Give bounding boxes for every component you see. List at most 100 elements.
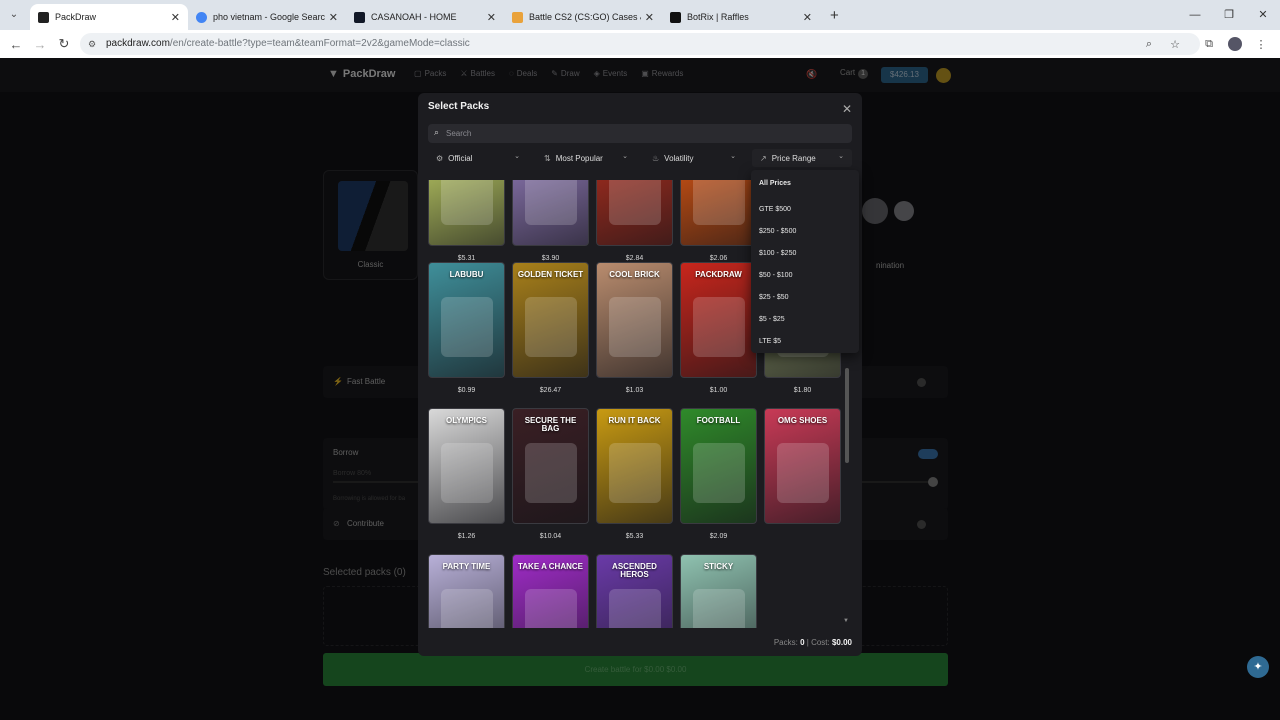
pack-price: $1.03 bbox=[625, 387, 644, 394]
trend-icon: ↗ bbox=[760, 153, 767, 163]
pack-name: STICKY bbox=[703, 562, 734, 571]
forward-icon[interactable]: → bbox=[28, 37, 52, 52]
pack-card[interactable]: RUN IT BACK $5.33 bbox=[596, 408, 673, 540]
chevron-down-icon: ⌄ bbox=[622, 153, 628, 160]
price-range-option[interactable]: $5 - $25 bbox=[759, 316, 785, 323]
filter-price-range[interactable]: ↗ Price Range ⌄ bbox=[752, 149, 852, 167]
browser-tab[interactable]: Battle CS2 (CS:GO) Cases & Ge ✕ bbox=[504, 4, 662, 30]
price-range-option[interactable]: $100 - $250 bbox=[759, 250, 796, 257]
pack-price: $2.84 bbox=[625, 255, 644, 262]
close-tab-icon[interactable]: ✕ bbox=[171, 11, 180, 24]
pack-card[interactable]: $2.06 bbox=[680, 180, 757, 262]
favicon-icon bbox=[38, 11, 49, 23]
pack-image: TAKE A CHANCE bbox=[512, 554, 589, 628]
pack-card[interactable]: OLYMPICS $1.26 bbox=[428, 408, 505, 540]
url-path: /en/create-battle?type=team&teamFormat=2… bbox=[169, 38, 470, 49]
footer-cost-label: Cost: bbox=[811, 638, 830, 647]
packs-scrollbar[interactable] bbox=[845, 368, 849, 463]
pack-price: $10.04 bbox=[539, 533, 562, 540]
price-range-option[interactable]: $50 - $100 bbox=[759, 272, 792, 279]
price-range-option[interactable]: LTE $5 bbox=[759, 338, 781, 345]
window-controls: — ❐ ✕ bbox=[1178, 0, 1280, 30]
pack-price: $2.06 bbox=[709, 255, 728, 262]
site-info-icon[interactable]: ⚙ bbox=[88, 39, 98, 49]
pack-image: ASCENDED HEROS bbox=[596, 554, 673, 628]
pack-card[interactable]: OMG SHOES bbox=[764, 408, 841, 533]
modal-title: Select Packs bbox=[428, 101, 490, 112]
url-domain: packdraw.com bbox=[106, 38, 170, 49]
pack-card[interactable]: PARTY TIME bbox=[428, 554, 505, 628]
footer-cost-value: $0.00 bbox=[831, 638, 852, 647]
pack-card[interactable]: TAKE A CHANCE bbox=[512, 554, 589, 628]
close-tab-icon[interactable]: ✕ bbox=[645, 11, 654, 24]
pack-card[interactable]: $5.31 bbox=[428, 180, 505, 262]
tab-title: PackDraw bbox=[55, 12, 97, 22]
tab-title: Battle CS2 (CS:GO) Cases & Ge bbox=[529, 12, 641, 22]
search-icon: ⌕ bbox=[434, 127, 440, 137]
new-tab-icon[interactable]: + bbox=[830, 7, 839, 24]
close-tab-icon[interactable]: ✕ bbox=[329, 11, 338, 24]
restore-icon[interactable]: ❐ bbox=[1212, 0, 1246, 30]
pack-card[interactable]: STICKY bbox=[680, 554, 757, 628]
zoom-icon[interactable]: ⌕ bbox=[1136, 38, 1162, 51]
tab-search-icon[interactable]: ⌄ bbox=[6, 7, 22, 23]
chevron-down-icon: ⌄ bbox=[838, 153, 844, 160]
browser-tab[interactable]: pho vietnam - Google Search ✕ bbox=[188, 4, 346, 30]
pack-item-art bbox=[609, 297, 661, 357]
pack-name: TAKE A CHANCE bbox=[517, 562, 584, 571]
close-tab-icon[interactable]: ✕ bbox=[487, 11, 496, 24]
filter-volatility[interactable]: ♨ Volatility ⌄ bbox=[644, 149, 744, 167]
url-field[interactable]: ⚙ packdraw.com/en/create-battle?type=tea… bbox=[80, 33, 1200, 55]
close-window-icon[interactable]: ✕ bbox=[1246, 0, 1280, 30]
profile-avatar-icon[interactable] bbox=[1228, 37, 1242, 51]
pack-name: PARTY TIME bbox=[442, 562, 491, 571]
pack-card[interactable]: COOL BRICK $1.03 bbox=[596, 262, 673, 394]
scroll-down-icon[interactable]: ▼ bbox=[843, 618, 849, 624]
pack-name: OMG SHOES bbox=[777, 416, 828, 425]
favicon-icon bbox=[354, 11, 365, 23]
pack-card[interactable]: LABUBU $0.99 bbox=[428, 262, 505, 394]
pack-card[interactable]: FOOTBALL $2.09 bbox=[680, 408, 757, 540]
price-range-option[interactable]: GTE $500 bbox=[759, 206, 791, 213]
extensions-icon[interactable]: ⧉ bbox=[1196, 38, 1222, 51]
price-range-option[interactable]: All Prices bbox=[759, 180, 791, 187]
minimize-icon[interactable]: — bbox=[1178, 0, 1212, 30]
pack-image: OLYMPICS bbox=[428, 408, 505, 524]
price-range-option[interactable]: $250 - $500 bbox=[759, 228, 796, 235]
pack-item-art bbox=[525, 589, 577, 628]
pack-card[interactable]: SECURE THE BAG $10.04 bbox=[512, 408, 589, 540]
browser-tab[interactable]: PackDraw ✕ bbox=[30, 4, 188, 30]
close-icon[interactable]: ✕ bbox=[842, 102, 852, 116]
search-input[interactable] bbox=[446, 124, 846, 143]
footer-packs-value: 0 bbox=[800, 638, 805, 647]
favicon-icon bbox=[512, 11, 523, 23]
pack-item-art bbox=[525, 297, 577, 357]
bookmark-star-icon[interactable]: ☆ bbox=[1162, 38, 1188, 51]
pack-card[interactable]: $3.90 bbox=[512, 180, 589, 262]
pack-price: $1.80 bbox=[793, 387, 812, 394]
chat-support-icon[interactable]: ✦ bbox=[1247, 656, 1269, 678]
filter-label: Most Popular bbox=[555, 153, 603, 163]
pack-name: OLYMPICS bbox=[445, 416, 488, 425]
pack-card[interactable]: PACKDRAW $1.00 bbox=[680, 262, 757, 394]
reload-icon[interactable]: ↻ bbox=[52, 36, 76, 52]
price-range-option[interactable]: $25 - $50 bbox=[759, 294, 789, 301]
tab-title: CASANOAH - HOME bbox=[371, 12, 457, 22]
menu-dots-icon[interactable]: ⋮ bbox=[1248, 38, 1274, 51]
pack-card[interactable]: ASCENDED HEROS bbox=[596, 554, 673, 628]
pack-item-art bbox=[693, 180, 745, 225]
filter-official[interactable]: ⚙ Official ⌄ bbox=[428, 149, 528, 167]
close-tab-icon[interactable]: ✕ bbox=[803, 11, 812, 24]
pack-name: SECURE THE BAG bbox=[524, 416, 577, 433]
browser-tab[interactable]: BotRix | Raffles ✕ bbox=[662, 4, 820, 30]
back-icon[interactable]: ← bbox=[4, 37, 28, 52]
footer-packs-label: Packs: bbox=[773, 638, 798, 647]
pack-card[interactable]: GOLDEN TICKET $26.47 bbox=[512, 262, 589, 394]
browser-tab[interactable]: CASANOAH - HOME ✕ bbox=[346, 4, 504, 30]
pack-name: GOLDEN TICKET bbox=[517, 270, 584, 279]
pack-card[interactable]: $2.84 bbox=[596, 180, 673, 262]
pack-item-art bbox=[693, 589, 745, 628]
pack-price: $5.33 bbox=[625, 533, 644, 540]
filter-sort[interactable]: ⇅ Most Popular ⌄ bbox=[536, 149, 636, 167]
pack-item-art bbox=[441, 443, 493, 503]
